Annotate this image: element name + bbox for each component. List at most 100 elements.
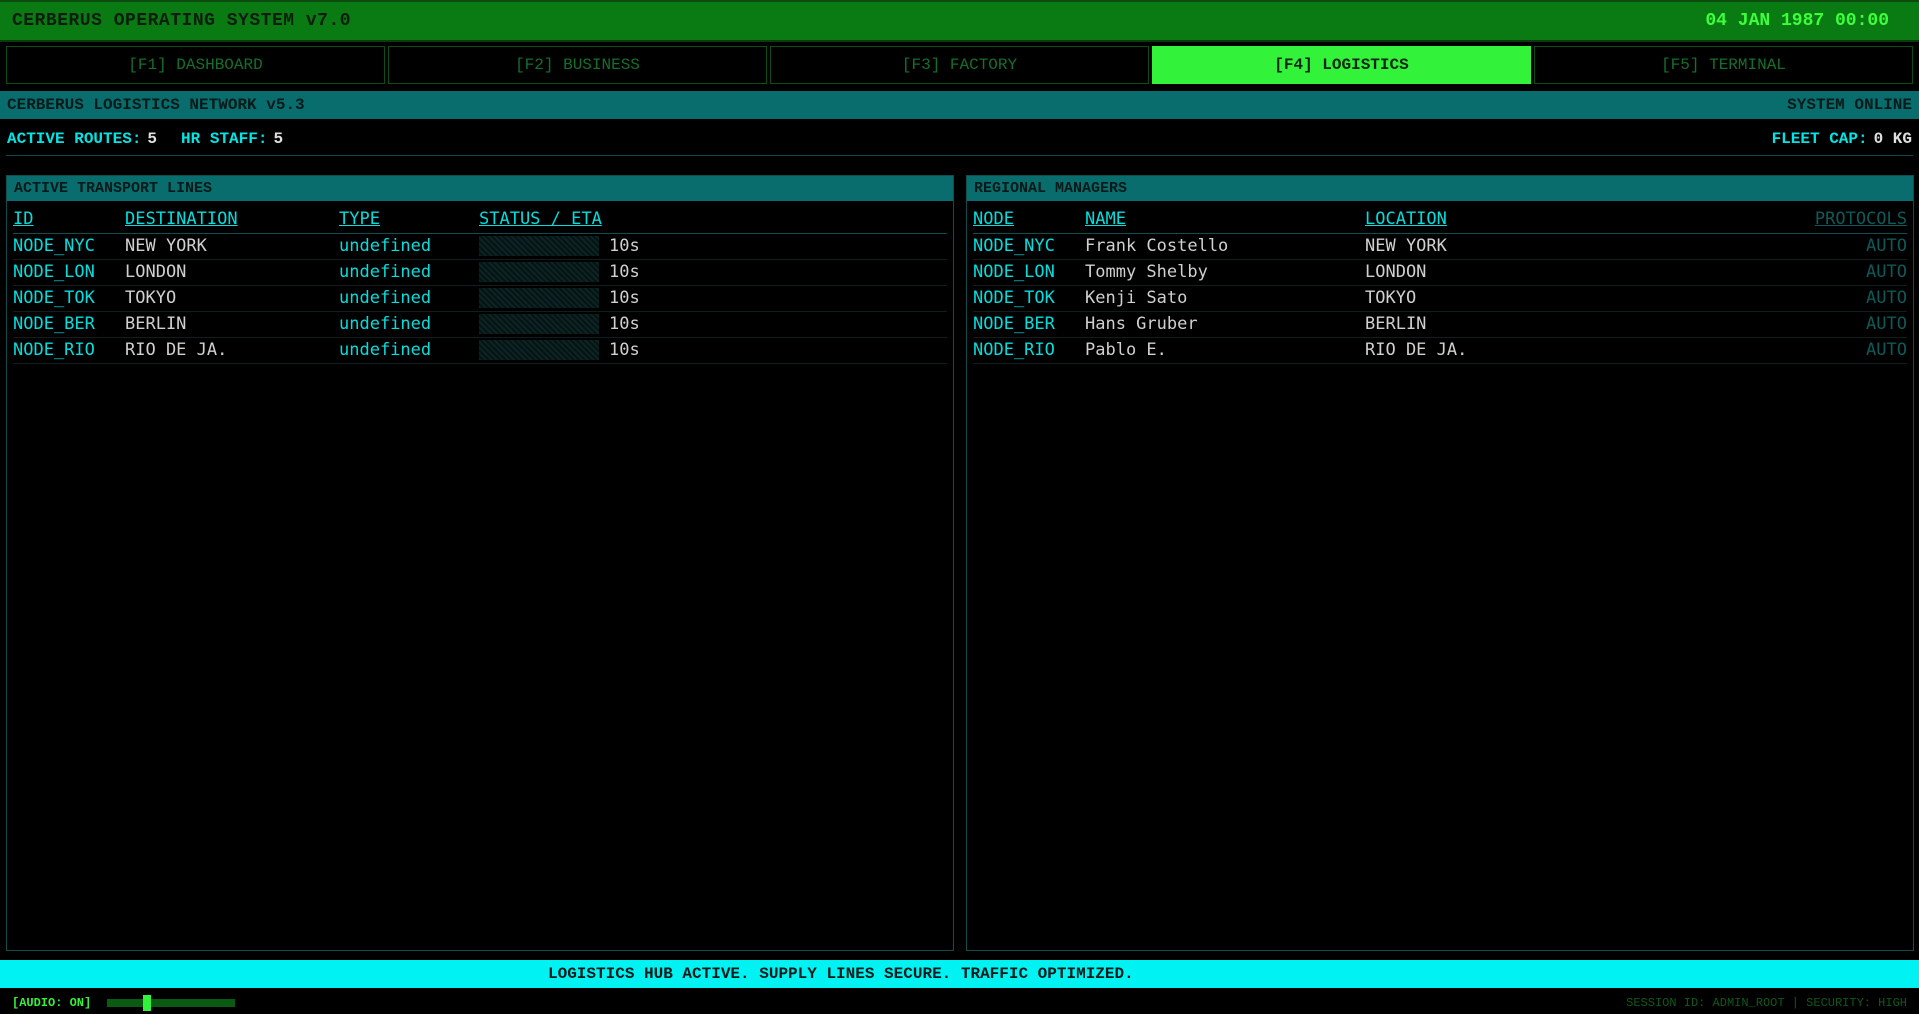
table-row[interactable]: NODE_TOK TOKYO undefined 10s [13, 285, 947, 312]
manager-name: Pablo E. [1085, 337, 1365, 364]
app-title: CERBERUS OPERATING SYSTEM v7.0 [12, 11, 352, 31]
manager-name: Kenji Sato [1085, 285, 1365, 312]
route-type: undefined [339, 337, 479, 364]
hr-staff-stat: HR STAFF: 5 [181, 130, 283, 148]
route-eta: 10s [609, 314, 640, 334]
stats-bar: ACTIVE ROUTES: 5 HR STAFF: 5 FLEET CAP: 0 K… [0, 124, 1919, 154]
route-eta: 10s [609, 236, 640, 256]
top-bar: CERBERUS OPERATING SYSTEM v7.0 04 JAN 19… [0, 0, 1919, 42]
fleet-cap-label: FLEET CAP: [1771, 130, 1868, 148]
route-status: 10s [479, 337, 947, 364]
column-header-node[interactable]: NODE [973, 205, 1085, 234]
fleet-cap-value: 0 KG [1873, 130, 1912, 148]
manager-node: NODE_BER [973, 311, 1085, 338]
column-header-location[interactable]: LOCATION [1365, 205, 1665, 234]
manager-name: Tommy Shelby [1085, 259, 1365, 286]
manager-location: NEW YORK [1365, 233, 1665, 260]
route-id: NODE_TOK [13, 285, 125, 312]
volume-slider[interactable] [107, 995, 236, 1011]
route-id: NODE_LON [13, 259, 125, 286]
route-status: 10s [479, 311, 947, 338]
progress-bar [479, 314, 599, 334]
route-destination: TOKYO [125, 285, 339, 312]
ticker-text: LOGISTICS HUB ACTIVE. SUPPLY LINES SECUR… [548, 965, 1134, 983]
bottom-bar: [AUDIO: ON] SESSION ID: ADMIN_ROOT | SEC… [0, 992, 1919, 1014]
table-row[interactable]: NODE_TOK Kenji Sato TOKYO AUTO [973, 285, 1907, 312]
route-id: NODE_BER [13, 311, 125, 338]
panel-title: ACTIVE TRANSPORT LINES [7, 176, 953, 201]
tab-factory[interactable]: [F3] FACTORY [770, 46, 1149, 84]
column-header-destination[interactable]: DESTINATION [125, 205, 339, 234]
progress-bar [479, 236, 599, 256]
active-routes-value: 5 [147, 130, 158, 148]
route-destination: RIO DE JA. [125, 337, 339, 364]
route-type: undefined [339, 311, 479, 338]
hr-staff-label: HR STAFF: [181, 130, 268, 148]
protocol-toggle[interactable]: AUTO [1665, 259, 1907, 286]
fleet-cap-stat: FLEET CAP: 0 KG [1772, 130, 1912, 148]
table-row[interactable]: NODE_LON LONDON undefined 10s [13, 259, 947, 286]
manager-node: NODE_NYC [973, 233, 1085, 260]
system-status: SYSTEM ONLINE [1787, 96, 1912, 114]
protocol-toggle[interactable]: AUTO [1665, 311, 1907, 338]
manager-node: NODE_LON [973, 259, 1085, 286]
audio-control: [AUDIO: ON] [12, 995, 236, 1011]
tab-terminal[interactable]: [F5] TERMINAL [1534, 46, 1913, 84]
manager-location: TOKYO [1365, 285, 1665, 312]
manager-name: Hans Gruber [1085, 311, 1365, 338]
table-row[interactable]: NODE_RIO RIO DE JA. undefined 10s [13, 337, 947, 364]
table-row[interactable]: NODE_NYC Frank Costello NEW YORK AUTO [973, 233, 1907, 260]
tab-bar: [F1] DASHBOARD [F2] BUSINESS [F3] FACTOR… [6, 46, 1913, 84]
volume-slider-handle[interactable] [143, 995, 152, 1011]
route-destination: BERLIN [125, 311, 339, 338]
tab-logistics[interactable]: [F4] LOGISTICS [1152, 46, 1531, 84]
table-row[interactable]: NODE_RIO Pablo E. RIO DE JA. AUTO [973, 337, 1907, 364]
progress-bar [479, 340, 599, 360]
protocol-toggle[interactable]: AUTO [1665, 285, 1907, 312]
manager-node: NODE_TOK [973, 285, 1085, 312]
manager-location: BERLIN [1365, 311, 1665, 338]
column-header-name[interactable]: NAME [1085, 205, 1365, 234]
tab-business[interactable]: [F2] BUSINESS [388, 46, 767, 84]
transport-lines-panel: ACTIVE TRANSPORT LINES ID DESTINATION TY… [6, 175, 954, 951]
route-status: 10s [479, 285, 947, 312]
table-row[interactable]: NODE_BER BERLIN undefined 10s [13, 311, 947, 338]
divider [6, 155, 1913, 156]
audio-toggle[interactable]: [AUDIO: ON] [12, 996, 91, 1010]
network-header: CERBERUS LOGISTICS NETWORK v5.3 SYSTEM O… [0, 91, 1919, 119]
hr-staff-value: 5 [273, 130, 284, 148]
table-row[interactable]: NODE_BER Hans Gruber BERLIN AUTO [973, 311, 1907, 338]
manager-location: RIO DE JA. [1365, 337, 1665, 364]
active-routes-label: ACTIVE ROUTES: [7, 130, 142, 148]
manager-name: Frank Costello [1085, 233, 1365, 260]
route-eta: 10s [609, 340, 640, 360]
route-destination: NEW YORK [125, 233, 339, 260]
managers-table: NODE NAME LOCATION PROTOCOLS NODE_NYC Fr… [973, 205, 1907, 364]
route-destination: LONDON [125, 259, 339, 286]
session-info: SESSION ID: ADMIN_ROOT | SECURITY: HIGH [1626, 996, 1907, 1010]
tab-dashboard[interactable]: [F1] DASHBOARD [6, 46, 385, 84]
route-id: NODE_NYC [13, 233, 125, 260]
panel-title: REGIONAL MANAGERS [967, 176, 1913, 201]
column-header-id[interactable]: ID [13, 205, 125, 234]
system-clock: 04 JAN 1987 00:00 [1705, 11, 1889, 31]
route-status: 10s [479, 233, 947, 260]
protocol-toggle[interactable]: AUTO [1665, 337, 1907, 364]
table-row[interactable]: NODE_NYC NEW YORK undefined 10s [13, 233, 947, 260]
column-header-type[interactable]: TYPE [339, 205, 479, 234]
manager-node: NODE_RIO [973, 337, 1085, 364]
route-type: undefined [339, 233, 479, 260]
progress-bar [479, 288, 599, 308]
active-routes-stat: ACTIVE ROUTES: 5 [7, 130, 157, 148]
column-header-status[interactable]: STATUS / ETA [479, 205, 947, 234]
regional-managers-panel: REGIONAL MANAGERS NODE NAME LOCATION PRO… [966, 175, 1914, 951]
table-row[interactable]: NODE_LON Tommy Shelby LONDON AUTO [973, 259, 1907, 286]
transport-table: ID DESTINATION TYPE STATUS / ETA NODE_NY… [13, 205, 947, 364]
network-title: CERBERUS LOGISTICS NETWORK v5.3 [7, 96, 305, 114]
manager-location: LONDON [1365, 259, 1665, 286]
column-header-protocols[interactable]: PROTOCOLS [1665, 205, 1907, 234]
route-type: undefined [339, 259, 479, 286]
protocol-toggle[interactable]: AUTO [1665, 233, 1907, 260]
route-status: 10s [479, 259, 947, 286]
route-eta: 10s [609, 288, 640, 308]
